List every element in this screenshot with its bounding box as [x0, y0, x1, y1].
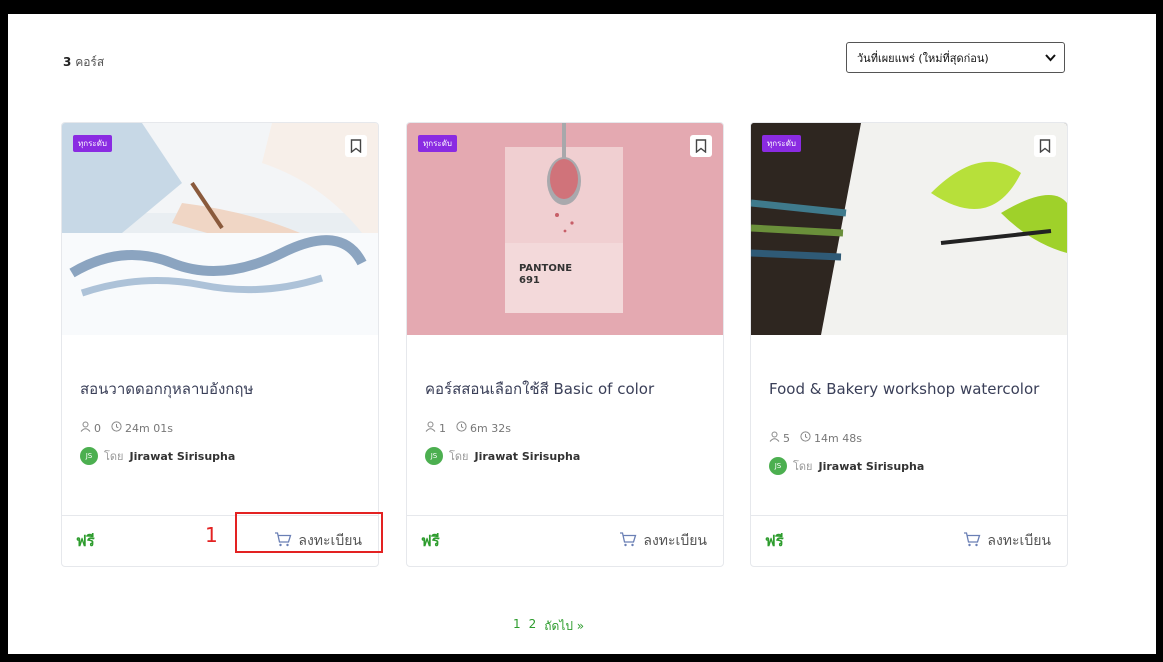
course-card-body: Food & Bakery workshop watercolor 5 14m …: [769, 335, 1049, 515]
course-count: 3 คอร์ส: [63, 53, 104, 72]
avatar: JS: [769, 457, 787, 475]
author-name[interactable]: Jirawat Sirisupha: [475, 450, 581, 463]
course-author: JS โดย Jirawat Sirisupha: [769, 457, 924, 475]
student-count: 0: [94, 421, 101, 435]
enroll-label: ลงทะเบียน: [643, 533, 707, 549]
course-card[interactable]: ทุกระดับ สอนวาดดอกกุหลาบอังกฤษ 0 24m 01s…: [61, 122, 379, 567]
cart-icon: [963, 531, 981, 551]
course-card-footer: ฟรี ลงทะเบียน: [407, 515, 723, 566]
pantone-spoon-image: [407, 123, 723, 335]
course-card-body: คอร์สสอนเลือกใช้สี Basic of color 1 6m 3…: [425, 335, 705, 515]
course-title[interactable]: สอนวาดดอกกุหลาบอังกฤษ: [80, 378, 360, 400]
clock-icon: [111, 421, 122, 435]
user-icon: [425, 421, 436, 435]
pagination: 1 2 ถัดไป »: [513, 617, 584, 636]
annotation-highlight-box: [235, 512, 383, 553]
bookmark-icon[interactable]: [1034, 135, 1056, 157]
annotation-marker: 1: [205, 523, 218, 547]
student-count: 5: [783, 431, 790, 445]
by-label: โดย: [449, 450, 469, 463]
user-icon: [80, 421, 91, 435]
author-name[interactable]: Jirawat Sirisupha: [819, 460, 925, 473]
student-count: 1: [439, 421, 446, 435]
course-price: ฟรี: [421, 532, 440, 550]
clock-icon: [456, 421, 467, 435]
course-duration: 24m 01s: [125, 421, 173, 435]
sort-select-value: วันที่เผยแพร่ (ใหม่ที่สุดก่อน): [857, 51, 989, 65]
course-price: ฟรี: [765, 532, 784, 550]
course-meta: 5 14m 48s: [769, 431, 862, 445]
by-label: โดย: [793, 460, 813, 473]
leaf-painting-image: [751, 123, 1067, 335]
course-title[interactable]: Food & Bakery workshop watercolor: [769, 378, 1049, 400]
enroll-button[interactable]: ลงทะเบียน: [619, 530, 707, 552]
course-list-page: 3 คอร์ส วันที่เผยแพร่ (ใหม่ที่สุดก่อน) ท…: [8, 14, 1156, 654]
pantone-image-text: PANTONE 691: [519, 263, 573, 286]
course-meta: 0 24m 01s: [80, 421, 173, 435]
level-badge: ทุกระดับ: [762, 135, 801, 152]
course-card[interactable]: PANTONE 691 ทุกระดับ คอร์สสอนเลือกใช้สี …: [406, 122, 724, 567]
course-author: JS โดย Jirawat Sirisupha: [425, 447, 580, 465]
course-meta: 1 6m 32s: [425, 421, 511, 435]
course-card[interactable]: ทุกระดับ Food & Bakery workshop watercol…: [750, 122, 1068, 567]
course-title[interactable]: คอร์สสอนเลือกใช้สี Basic of color: [425, 378, 705, 400]
clock-icon: [800, 431, 811, 445]
enroll-label: ลงทะเบียน: [987, 533, 1051, 549]
author-name[interactable]: Jirawat Sirisupha: [130, 450, 236, 463]
course-count-label: คอร์ส: [75, 55, 105, 69]
level-badge: ทุกระดับ: [73, 135, 112, 152]
course-thumbnail[interactable]: ทุกระดับ: [751, 123, 1067, 335]
course-count-number: 3: [63, 55, 72, 69]
course-duration: 14m 48s: [814, 431, 862, 445]
course-card-footer: ฟรี ลงทะเบียน: [751, 515, 1067, 566]
page-link-1[interactable]: 1: [513, 617, 521, 636]
course-thumbnail[interactable]: ทุกระดับ: [62, 123, 378, 335]
course-price: ฟรี: [76, 532, 95, 550]
page-link-2[interactable]: 2: [529, 617, 537, 636]
avatar: JS: [425, 447, 443, 465]
course-duration: 6m 32s: [470, 421, 511, 435]
user-icon: [769, 431, 780, 445]
avatar: JS: [80, 447, 98, 465]
chevron-down-icon: [1045, 51, 1056, 65]
course-author: JS โดย Jirawat Sirisupha: [80, 447, 235, 465]
level-badge: ทุกระดับ: [418, 135, 457, 152]
bookmark-icon[interactable]: [345, 135, 367, 157]
sort-select[interactable]: วันที่เผยแพร่ (ใหม่ที่สุดก่อน): [846, 42, 1065, 73]
cart-icon: [619, 531, 637, 551]
watercolor-painting-image: [62, 123, 378, 335]
enroll-button[interactable]: ลงทะเบียน: [963, 530, 1051, 552]
bookmark-icon[interactable]: [690, 135, 712, 157]
next-page-link[interactable]: ถัดไป »: [544, 617, 584, 636]
by-label: โดย: [104, 450, 124, 463]
course-thumbnail[interactable]: PANTONE 691 ทุกระดับ: [407, 123, 723, 335]
course-card-body: สอนวาดดอกกุหลาบอังกฤษ 0 24m 01s JS โดย J…: [80, 335, 360, 515]
